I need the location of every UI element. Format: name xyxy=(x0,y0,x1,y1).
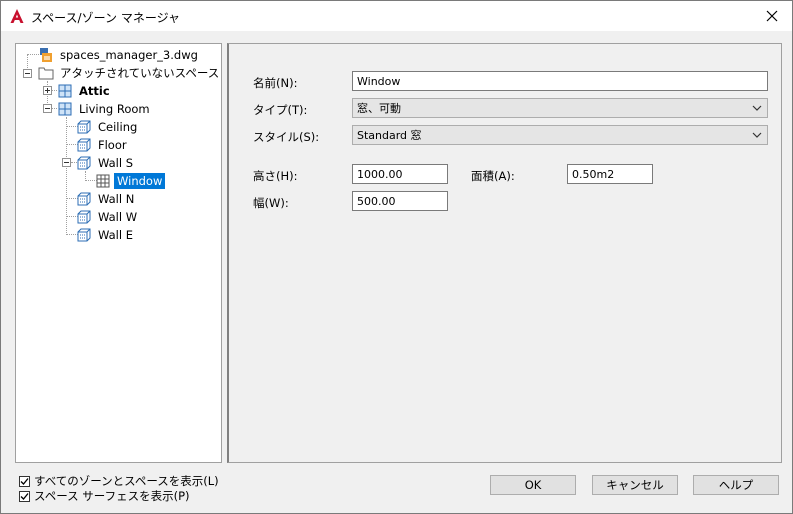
checkbox-box xyxy=(19,490,30,502)
show-all-label: すべてのゾーンとスペースを表示(L) xyxy=(34,474,219,488)
name-label: 名前(N): xyxy=(253,76,298,90)
tree-node-drawing[interactable]: spaces_manager_3.dwg xyxy=(38,46,201,63)
height-label: 高さ(H): xyxy=(253,169,298,183)
tree-node-wall-s[interactable]: Wall S xyxy=(76,154,136,171)
surface-icon xyxy=(77,210,91,223)
space-tree[interactable]: spaces_manager_3.dwg アタッチされていないスペース Atti… xyxy=(15,43,222,463)
surface-icon xyxy=(77,156,91,169)
window-title: スペース/ゾーン マネージャ xyxy=(31,11,180,25)
style-select[interactable]: Standard 窓 xyxy=(352,125,768,145)
area-label: 面積(A): xyxy=(471,169,515,183)
tree-node-ceiling[interactable]: Ceiling xyxy=(76,118,140,135)
type-label: タイプ(T): xyxy=(253,103,308,117)
tree-node-wall-n[interactable]: Wall N xyxy=(76,190,137,207)
show-surfaces-label: スペース サーフェスを表示(P) xyxy=(34,489,190,503)
expand-toggle[interactable] xyxy=(43,86,52,95)
surface-icon xyxy=(77,228,91,241)
tree-line xyxy=(66,117,67,235)
tree-node-label: Wall S xyxy=(98,155,134,170)
collapse-toggle[interactable] xyxy=(23,69,32,78)
space-icon xyxy=(58,84,72,97)
style-label: スタイル(S): xyxy=(253,130,320,144)
drawing-file-icon xyxy=(40,47,52,62)
tree-node-floor[interactable]: Floor xyxy=(76,136,130,153)
height-field[interactable]: 1000.00 xyxy=(352,164,448,184)
style-select-value: Standard 窓 xyxy=(357,129,422,142)
space-icon xyxy=(58,102,72,115)
checkmark-icon xyxy=(20,492,29,500)
window-opening-icon xyxy=(96,174,110,187)
close-icon xyxy=(766,10,778,22)
cancel-button[interactable]: キャンセル xyxy=(592,475,678,495)
tree-node-living-room[interactable]: Living Room xyxy=(57,100,153,117)
tree-node-wall-w[interactable]: Wall W xyxy=(76,208,140,225)
type-select-value: 窓、可動 xyxy=(357,102,401,115)
ok-button[interactable]: OK xyxy=(490,475,576,495)
tree-node-label: spaces_manager_3.dwg xyxy=(60,47,198,62)
autocad-app-icon xyxy=(10,9,24,23)
tree-node-unattached-spaces[interactable]: アタッチされていないスペース xyxy=(38,64,221,81)
tree-node-label: アタッチされていないスペース xyxy=(60,65,220,80)
area-field[interactable]: 0.50m2 xyxy=(567,164,653,184)
tree-node-label: Wall W xyxy=(98,209,138,224)
tree-node-label: Floor xyxy=(98,137,127,152)
properties-panel: 名前(N): Window タイプ(T): 窓、可動 スタイル(S): Stan… xyxy=(227,43,782,463)
surface-icon xyxy=(77,192,91,205)
name-field[interactable]: Window xyxy=(352,71,768,91)
type-select[interactable]: 窓、可動 xyxy=(352,98,768,118)
close-button[interactable] xyxy=(752,1,792,31)
tree-node-label: Wall E xyxy=(98,227,133,242)
tree-node-window[interactable]: Window xyxy=(95,172,166,189)
tree-node-wall-e[interactable]: Wall E xyxy=(76,226,136,243)
checkbox-box xyxy=(19,475,30,487)
show-all-checkbox[interactable]: すべてのゾーンとスペースを表示(L) xyxy=(19,473,219,489)
width-field[interactable]: 500.00 xyxy=(352,191,448,211)
checkmark-icon xyxy=(20,477,29,485)
collapse-toggle[interactable] xyxy=(62,158,71,167)
tree-node-label: Wall N xyxy=(98,191,135,206)
chevron-down-icon xyxy=(752,132,762,138)
title-bar: スペース/ゾーン マネージャ xyxy=(1,1,792,31)
tree-node-label: Window xyxy=(114,172,166,189)
tree-node-label: Ceiling xyxy=(98,119,138,134)
folder-icon xyxy=(38,67,54,79)
tree-node-attic[interactable]: Attic xyxy=(57,82,113,99)
chevron-down-icon xyxy=(752,105,762,111)
surface-icon xyxy=(77,120,91,133)
collapse-toggle[interactable] xyxy=(43,104,52,113)
space-zone-manager-dialog: スペース/ゾーン マネージャ spaces_manager_3.dwg アタッチ… xyxy=(0,0,793,514)
surface-icon xyxy=(77,138,91,151)
help-button[interactable]: ヘルプ xyxy=(693,475,779,495)
width-label: 幅(W): xyxy=(253,196,289,210)
show-surfaces-checkbox[interactable]: スペース サーフェスを表示(P) xyxy=(19,488,190,504)
tree-node-label: Attic xyxy=(79,83,110,98)
tree-node-label: Living Room xyxy=(79,101,150,116)
